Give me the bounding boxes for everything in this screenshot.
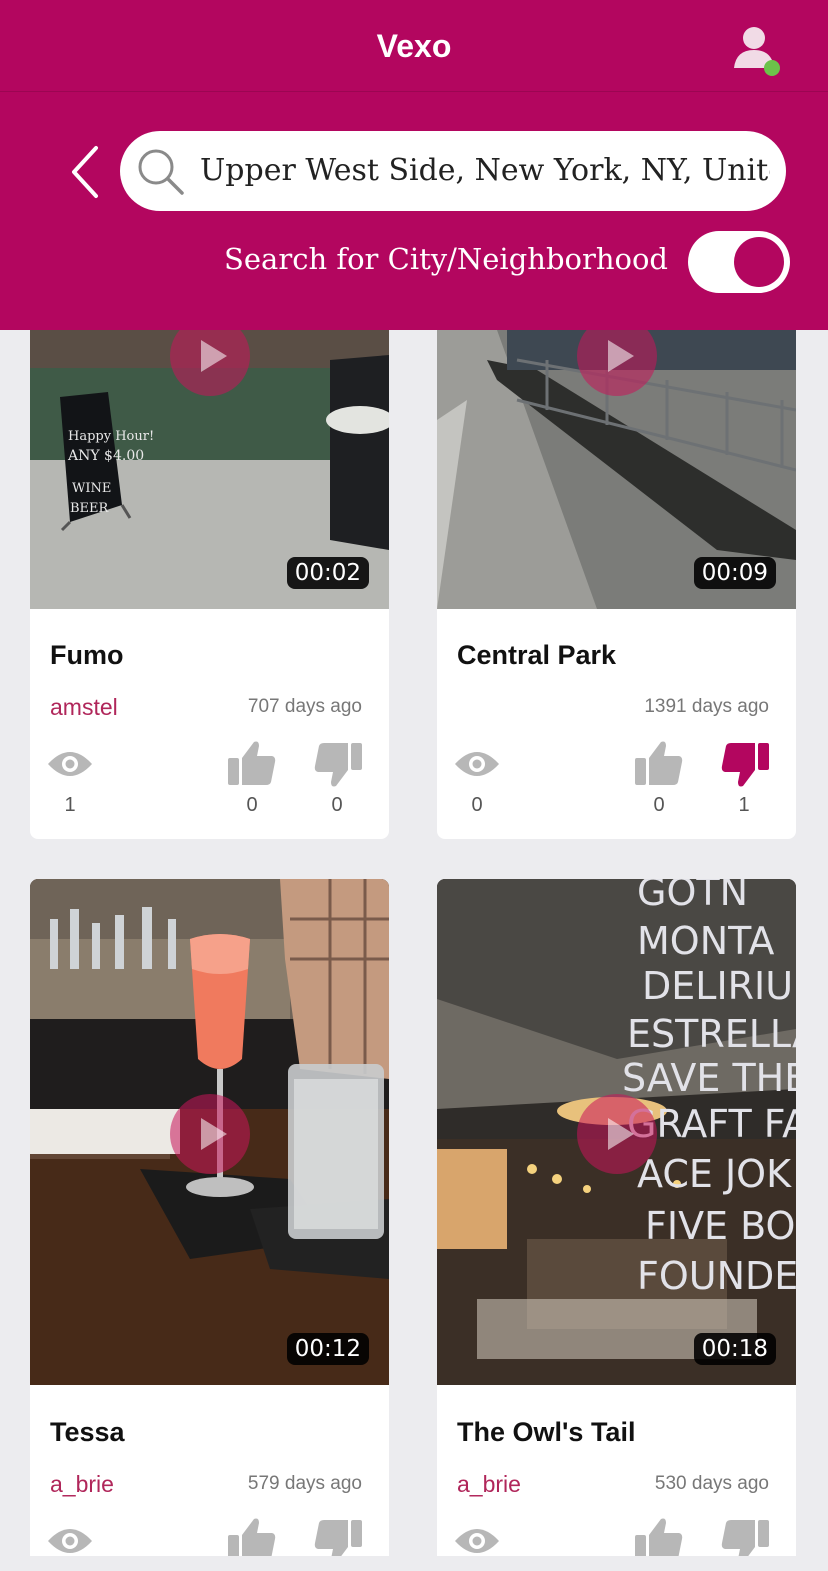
svg-text:SAVE THE: SAVE THE	[622, 1056, 796, 1100]
eye-icon	[48, 1529, 92, 1553]
svg-text:BEER: BEER	[70, 501, 110, 516]
svg-text:DELIRIU: DELIRIU	[642, 964, 793, 1008]
svg-text:FOUNDER'S: FOUNDER'S	[637, 1254, 796, 1298]
like-count: 0	[246, 794, 258, 816]
user-profile-icon[interactable]	[728, 22, 784, 78]
video-author[interactable]: a_brie	[457, 1471, 521, 1498]
video-thumbnail[interactable]: 00:09	[437, 300, 796, 609]
top-bar: Vexo	[0, 0, 828, 92]
like-count: 0	[653, 794, 665, 816]
app-title: Vexo	[376, 28, 452, 64]
video-thumbnail[interactable]: 00:12	[30, 879, 389, 1385]
view-count: 1	[64, 794, 76, 816]
svg-text:GOTN: GOTN	[637, 879, 748, 914]
eye-icon	[48, 752, 92, 776]
back-chevron-icon[interactable]	[62, 142, 110, 202]
svg-text:MONTA: MONTA	[637, 919, 774, 963]
toggle-knob	[734, 237, 784, 287]
svg-text:WINE: WINE	[72, 481, 111, 496]
video-age: 707 days ago	[247, 696, 362, 717]
video-card[interactable]: 00:12 Tessa a_brie 579 days ago	[30, 879, 389, 1571]
svg-text:ESTRELLA: ESTRELLA	[627, 1012, 796, 1056]
video-title[interactable]: Tessa	[50, 1417, 125, 1448]
video-age: 1391 days ago	[644, 696, 769, 717]
location-search-bar[interactable]	[120, 131, 786, 211]
video-card[interactable]: 00:09 Central Park 1391 days ago 0 0 1	[437, 300, 796, 839]
svg-text:ACE JOK: ACE JOK	[637, 1152, 792, 1196]
video-duration: 00:09	[693, 557, 776, 589]
video-card[interactable]: Happy Hour! ANY $4.00 WINE BEER 00:02 Fu…	[30, 300, 389, 839]
location-search-input[interactable]	[200, 131, 770, 211]
thumbs-up-icon[interactable]	[635, 740, 683, 786]
svg-text:FIVE BOR: FIVE BOR	[645, 1204, 796, 1248]
dislike-count: 0	[331, 794, 343, 816]
thumbs-down-icon-active[interactable]	[721, 742, 769, 788]
video-thumbnail[interactable]: Happy Hour! ANY $4.00 WINE BEER 00:02	[30, 300, 389, 609]
search-icon	[138, 149, 184, 195]
play-icon[interactable]	[170, 1094, 250, 1174]
video-age: 530 days ago	[654, 1473, 769, 1494]
search-mode-label: Search for City/Neighborhood	[224, 242, 668, 276]
video-title[interactable]: The Owl's Tail	[457, 1417, 635, 1448]
eye-icon	[455, 1529, 499, 1553]
video-duration: 00:18	[693, 1333, 776, 1365]
view-count: 0	[471, 794, 483, 816]
video-author[interactable]: amstel	[50, 694, 118, 721]
video-duration: 00:12	[286, 1333, 369, 1365]
thumbs-up-icon[interactable]	[228, 740, 276, 786]
video-duration: 00:02	[286, 557, 369, 589]
video-title[interactable]: Fumo	[50, 640, 124, 671]
dislike-count: 1	[738, 794, 750, 816]
video-thumbnail[interactable]: GOTN MONTA DELIRIU ESTRELLA SAVE THE GRA…	[437, 879, 796, 1385]
city-neighborhood-toggle[interactable]	[688, 231, 790, 293]
video-card[interactable]: GOTN MONTA DELIRIU ESTRELLA SAVE THE GRA…	[437, 879, 796, 1571]
thumbs-down-icon[interactable]	[314, 742, 362, 788]
play-icon[interactable]	[577, 1094, 657, 1174]
video-age: 579 days ago	[247, 1473, 362, 1494]
app-header: Vexo Search for City/Neighborhood	[0, 0, 828, 330]
svg-text:ANY $4.00: ANY $4.00	[67, 448, 144, 464]
svg-text:Happy Hour!: Happy Hour!	[68, 429, 154, 444]
video-author[interactable]: a_brie	[50, 1471, 114, 1498]
bottom-edge	[0, 1556, 828, 1571]
eye-icon	[455, 752, 499, 776]
video-title[interactable]: Central Park	[457, 640, 616, 671]
